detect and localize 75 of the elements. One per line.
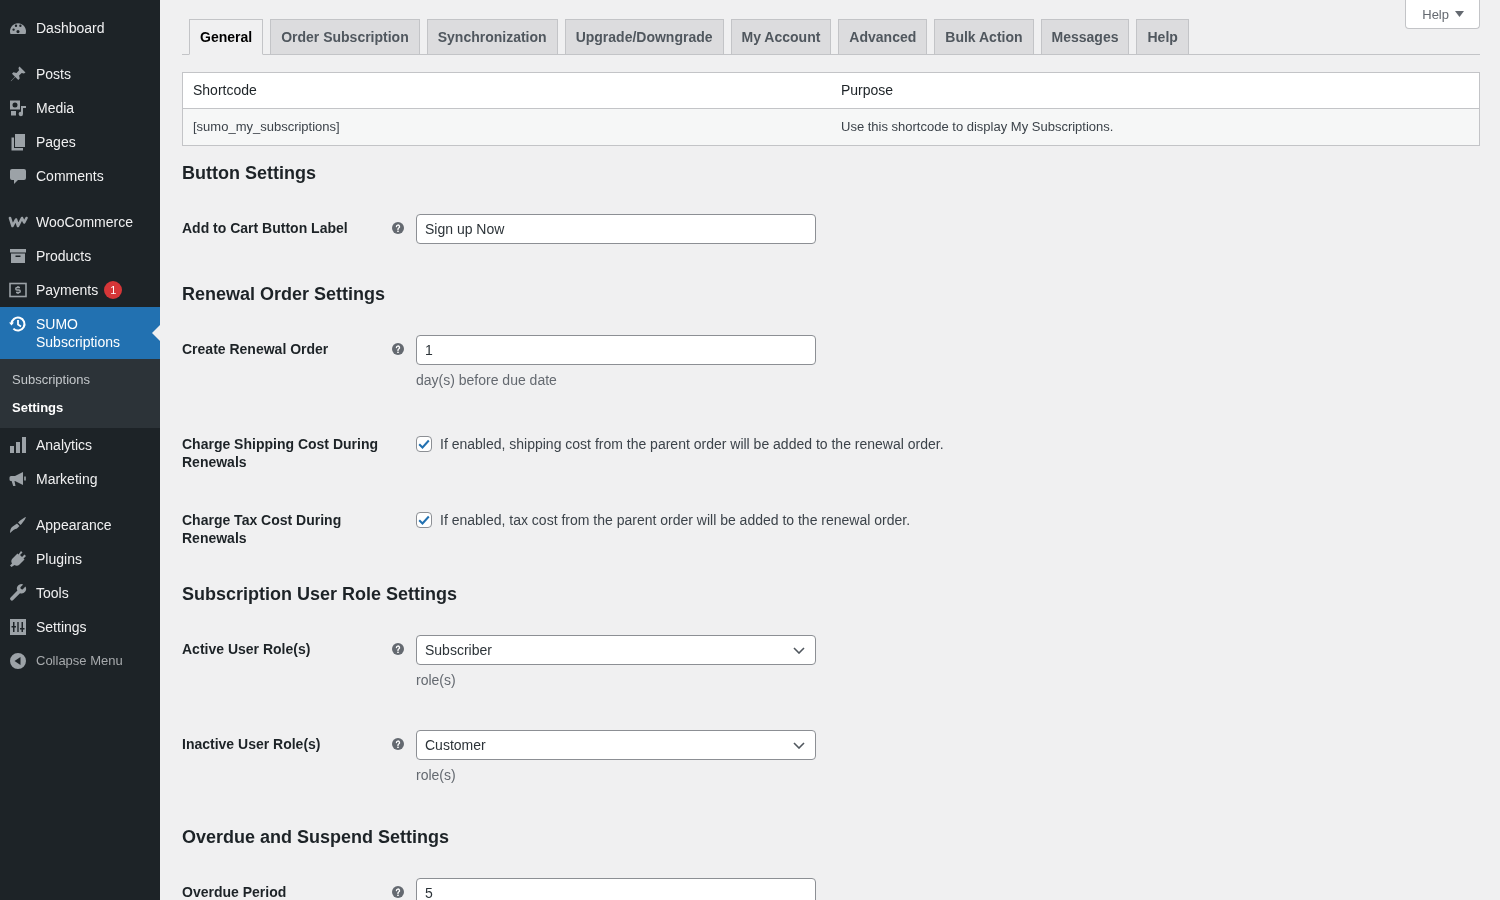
pointer-arrow-icon: [152, 325, 160, 341]
megaphone-icon: [8, 469, 28, 489]
field-label: Charge Tax Cost During Renewals: [182, 511, 343, 548]
menu-item[interactable]: WooCommerce: [0, 205, 160, 239]
sliders-icon: [8, 617, 28, 637]
submenu-item[interactable]: Subscriptions: [0, 366, 160, 394]
menu-item[interactable]: Plugins: [0, 542, 160, 576]
wrench-icon: [8, 583, 28, 603]
menu-item[interactable]: Appearance: [0, 508, 160, 542]
menu-item[interactable]: Comments: [0, 159, 160, 193]
tab[interactable]: General: [189, 19, 264, 55]
menu-item[interactable]: Pages: [0, 125, 160, 159]
field-description: role(s): [416, 671, 457, 689]
caret-down-icon: [1455, 11, 1464, 17]
dropdown[interactable]: Subscriber: [416, 635, 816, 665]
field-label: Overdue Period: [182, 883, 288, 900]
checkbox-label: If enabled, tax cost from the parent order will be added to the renewal order.: [440, 511, 911, 529]
history-icon: [8, 314, 28, 334]
text-field[interactable]: Sign up Now: [416, 214, 816, 244]
bar-chart-icon: [8, 435, 28, 455]
field-label: Inactive User Role(s): [182, 735, 322, 754]
menu-item[interactable]: Products: [0, 239, 160, 273]
chevron-down-icon: [793, 646, 805, 654]
field-label: Add to Cart Button Label: [182, 219, 349, 238]
tab[interactable]: Bulk Action: [934, 19, 1034, 55]
checkmark-icon: [418, 439, 430, 449]
section-heading: Subscription User Role Settings: [182, 583, 459, 606]
menu-item[interactable]: Tools: [0, 576, 160, 610]
column-header: Shortcode: [182, 72, 831, 109]
speech-bubble-icon: [8, 166, 28, 186]
menu-item[interactable]: SUMO Subscriptions: [0, 307, 160, 359]
section-heading: Renewal Order Settings: [182, 283, 387, 306]
table-cell: Use this shortcode to display My Subscriptions.: [831, 108, 1480, 146]
field-label: Charge Shipping Cost During Renewals: [182, 435, 379, 472]
section-heading: Button Settings: [182, 162, 317, 185]
paintbrush-icon: [8, 515, 28, 535]
checkbox[interactable]: [416, 436, 432, 452]
tab[interactable]: Order Subscription: [270, 19, 420, 55]
tab[interactable]: Help: [1136, 19, 1189, 55]
menu-item[interactable]: Posts: [0, 57, 160, 91]
text-field[interactable]: 1: [416, 335, 816, 365]
menu-item[interactable]: Payments 1: [0, 273, 160, 307]
menu-item[interactable]: Media: [0, 91, 160, 125]
submenu-item[interactable]: Settings: [0, 394, 160, 422]
checkmark-icon: [418, 515, 430, 525]
tab[interactable]: Upgrade/Downgrade: [564, 19, 724, 55]
count-badge: 1: [104, 281, 123, 299]
checkbox-label: If enabled, shipping cost from the parent order will be added to the renewal order.: [440, 435, 944, 453]
circle-left-arrow-icon: [8, 651, 28, 671]
column-header: Purpose: [831, 72, 1480, 109]
pushpin-icon: [8, 64, 28, 84]
help-button[interactable]: Help: [1405, 0, 1480, 29]
archive-box-icon: [8, 246, 28, 266]
table-cell: [sumo_my_subscriptions]: [182, 108, 831, 146]
field-description: role(s): [416, 766, 457, 784]
field-description: day(s) before due date: [416, 371, 558, 389]
tab[interactable]: Advanced: [838, 19, 928, 55]
tab[interactable]: My Account: [730, 19, 832, 55]
menu-item[interactable]: Marketing: [0, 462, 160, 496]
plug-icon: [8, 549, 28, 569]
dropdown[interactable]: Customer: [416, 730, 816, 760]
menu-item[interactable]: Analytics: [0, 428, 160, 462]
section-heading: Overdue and Suspend Settings: [182, 826, 451, 849]
field-label: Active User Role(s): [182, 640, 312, 659]
chevron-down-icon: [793, 741, 805, 749]
checkbox[interactable]: [416, 512, 432, 528]
tab[interactable]: Synchronization: [426, 19, 558, 55]
field-label: Create Renewal Order: [182, 340, 330, 359]
media-icon: [8, 98, 28, 118]
dollar-bill-icon: [8, 280, 28, 300]
collapse-menu-button[interactable]: Collapse Menu: [0, 644, 160, 678]
menu-item[interactable]: Settings: [0, 610, 160, 644]
text-field[interactable]: 5: [416, 878, 816, 900]
tab[interactable]: Messages: [1040, 19, 1130, 55]
menu-item[interactable]: Dashboard: [0, 11, 160, 45]
